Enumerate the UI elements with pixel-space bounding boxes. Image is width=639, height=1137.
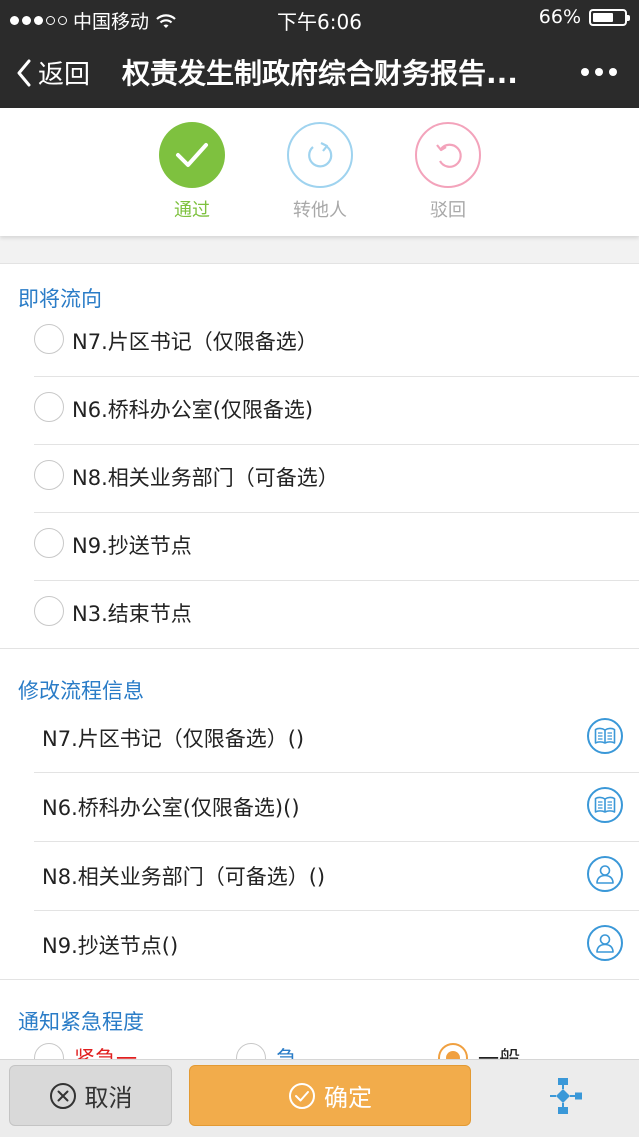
flow-content: 即将流向 N7.片区书记（仅限备选） N6.桥科办公室(仅限备选) N8.相关业… (0, 263, 639, 1059)
page-title: 权责发生制政府综合财务报告... (122, 57, 518, 90)
reject-label: 驳回 (430, 200, 466, 221)
flow-option-n8[interactable]: N8.相关业务部门（可备选） (34, 444, 639, 513)
radio-button[interactable] (34, 1043, 64, 1059)
check-icon (159, 122, 225, 188)
transfer-label: 转他人 (293, 200, 347, 221)
chevron-left-icon (17, 59, 31, 86)
modify-item-label: N7.片区书记（仅限备选）() (42, 727, 305, 751)
battery-percent: 66% (538, 6, 581, 28)
section-title-modify-flow: 修改流程信息 (18, 679, 144, 703)
divider (0, 263, 639, 264)
approve-label: 通过 (174, 200, 210, 221)
urgency-option-urgent[interactable]: 紧急一 (34, 1043, 137, 1059)
close-circle-icon (49, 1082, 76, 1109)
flow-option-label: N8.相关业务部门（可备选） (72, 466, 339, 490)
status-bar: 中国移动 下午6:06 66% (0, 0, 639, 36)
urgency-label: 一般 (478, 1047, 520, 1059)
navigation-bar: 返回 权责发生制政府综合财务报告... (0, 36, 639, 108)
modify-item-n7[interactable]: N7.片区书记（仅限备选）() (34, 703, 639, 773)
reject-button[interactable]: 驳回 (398, 122, 498, 222)
flow-option-n9[interactable]: N9.抄送节点 (34, 512, 639, 581)
user-icon[interactable] (587, 925, 623, 961)
modify-item-n8[interactable]: N8.相关业务部门（可备选）() (34, 841, 639, 911)
modify-item-label: N9.抄送节点() (42, 934, 179, 958)
urgency-option-normal[interactable]: 一般 (438, 1043, 520, 1059)
modify-item-label: N8.相关业务部门（可备选）() (42, 865, 326, 889)
flow-option-n7[interactable]: N7.片区书记（仅限备选） (34, 308, 639, 377)
flow-option-n3[interactable]: N3.结束节点 (0, 580, 639, 649)
section-title-urgency: 通知紧急程度 (18, 1010, 144, 1034)
urgency-label: 紧急一 (74, 1047, 137, 1059)
flow-option-label: N9.抄送节点 (72, 534, 192, 558)
user-icon[interactable] (587, 856, 623, 892)
flow-option-label: N6.桥科办公室(仅限备选) (72, 398, 314, 422)
more-options-icon[interactable] (581, 68, 617, 76)
approve-button[interactable]: 通过 (142, 122, 242, 222)
check-circle-icon (289, 1082, 315, 1109)
urgency-option-rush[interactable]: 急 (236, 1043, 297, 1059)
modify-item-n6[interactable]: N6.桥科办公室(仅限备选)() (34, 772, 639, 842)
radio-button[interactable] (34, 596, 64, 626)
back-button[interactable]: 返回 (16, 54, 90, 91)
flowchart-icon (550, 1078, 582, 1114)
flowchart-button[interactable] (536, 1074, 590, 1118)
confirm-label: 确定 (324, 1084, 372, 1112)
radio-button[interactable] (34, 528, 64, 558)
transfer-button[interactable]: 转他人 (270, 122, 370, 222)
flow-option-label: N7.片区书记（仅限备选） (72, 330, 318, 354)
modify-item-label: N6.桥科办公室(仅限备选)() (42, 796, 300, 820)
urgency-label: 急 (276, 1047, 297, 1059)
flow-option-n6[interactable]: N6.桥科办公室(仅限备选) (34, 376, 639, 445)
modify-item-n9[interactable]: N9.抄送节点() (0, 910, 639, 980)
radio-button[interactable] (34, 392, 64, 422)
radio-button-selected[interactable] (438, 1043, 468, 1059)
book-icon[interactable] (587, 787, 623, 823)
confirm-button[interactable]: 确定 (189, 1065, 471, 1126)
battery-icon (589, 8, 630, 26)
approval-actions: 通过 转他人 驳回 (0, 108, 639, 236)
undo-circle-icon (415, 122, 481, 188)
cancel-button[interactable]: 取消 (9, 1065, 172, 1126)
flow-option-label: N3.结束节点 (72, 602, 192, 626)
book-icon[interactable] (587, 718, 623, 754)
rotate-icon (287, 122, 353, 188)
cancel-label: 取消 (84, 1084, 133, 1112)
back-label: 返回 (38, 60, 91, 90)
radio-button[interactable] (34, 460, 64, 490)
bottom-toolbar: 取消 确定 (0, 1059, 639, 1137)
radio-button[interactable] (236, 1043, 266, 1059)
radio-button[interactable] (34, 324, 64, 354)
